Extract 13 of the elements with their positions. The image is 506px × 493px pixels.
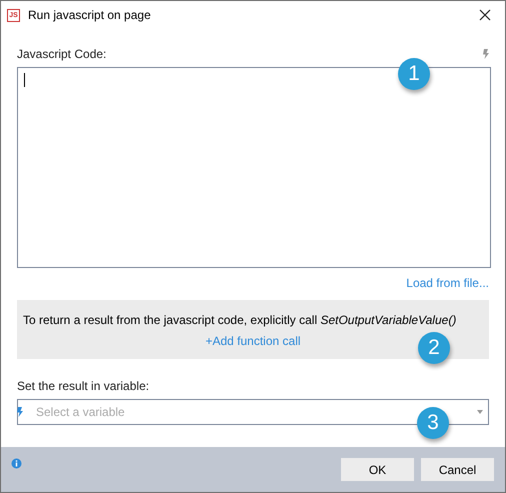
callout-badge: 3 xyxy=(417,407,449,439)
info-icon xyxy=(11,458,22,469)
lightning-icon xyxy=(483,49,489,59)
lightning-icon xyxy=(17,407,23,417)
info-text: To return a result from the javascript code, explicitly call SetOutputVariableValue() xyxy=(23,313,456,327)
dialog-button[interactable]: Cancel xyxy=(421,458,494,481)
dropdown-caret-icon xyxy=(477,410,483,414)
callout-badge: 1 xyxy=(398,58,430,90)
dialog-button[interactable]: OK xyxy=(341,458,414,481)
field-label: Set the result in variable: xyxy=(17,379,150,393)
window-title: Run javascript on page xyxy=(28,8,151,22)
load-from-file-link[interactable]: Load from file... xyxy=(406,276,489,290)
field-label: Javascript Code: xyxy=(17,47,106,61)
